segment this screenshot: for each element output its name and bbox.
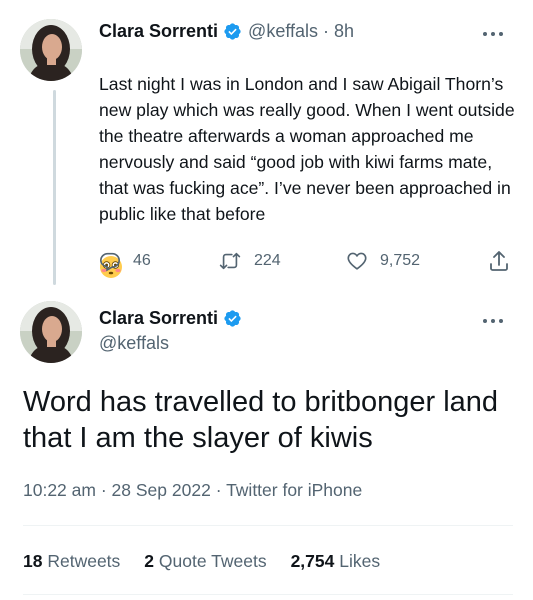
reply-count: 46 [133,252,151,269]
share-button[interactable] [487,246,511,276]
tweet-timestamp-line: 10:22 am · 28 Sep 2022 · Twitter for iPh… [23,480,362,501]
verified-badge-icon [223,22,242,41]
tweet-source[interactable]: Twitter for iPhone [226,480,362,500]
likes-count: 2,754 [290,550,335,571]
more-options-icon[interactable] [480,308,506,334]
tweet-thread-page: Clara Sorrenti @keffals · 8h Last night … [0,0,533,600]
main-author-name[interactable]: Clara Sorrenti [99,308,218,329]
quotes-label: Quote Tweets [158,550,267,571]
author-name[interactable]: Clara Sorrenti [99,19,218,43]
meta-separator: · [215,480,222,500]
retweet-count: 224 [254,252,281,269]
more-options-icon[interactable] [480,21,506,47]
thread-connector-line [53,90,56,285]
main-tweet-text: Word has travelled to britbonger land th… [23,386,499,454]
likes-label: Likes [339,550,381,571]
retweets-stat[interactable]: 18 Retweets [23,551,120,572]
main-author-handle[interactable]: @keffals [99,333,169,354]
reply-button[interactable]: 46 [99,246,151,276]
reply-icon [100,252,120,272]
share-icon [490,251,508,271]
quotes-count: 2 [144,550,155,571]
likes-stat[interactable]: 2,754 Likes [291,551,381,572]
retweet-button[interactable]: 224 [218,246,281,276]
like-icon [347,252,367,270]
header-separator: · [323,21,330,41]
tweet-header: Clara Sorrenti @keffals · 8h [99,19,354,43]
tweet-stats: 18 Retweets 2 Quote Tweets 2,754 Likes [23,548,404,574]
tweet-time[interactable]: 10:22 am [23,480,96,500]
tweet-time[interactable]: 8h [334,19,354,43]
tweet-text-content: Last night I was in London and I saw Abi… [99,74,515,224]
like-button[interactable]: 9,752 [346,246,420,276]
divider [23,525,513,526]
main-tweet-header: Clara Sorrenti [99,306,248,330]
tweet-date[interactable]: 28 Sep 2022 [112,480,211,500]
retweet-icon [219,252,241,270]
author-handle[interactable]: @keffals [248,19,318,43]
quote-tweets-stat[interactable]: 2 Quote Tweets [144,551,266,572]
main-author-avatar[interactable] [20,301,82,363]
divider [23,594,513,595]
avatar-image [20,19,82,81]
avatar-image [20,301,82,363]
tweet-action-bar: 46 224 9,752 [99,246,517,276]
verified-badge-icon [223,309,242,328]
retweets-label: Retweets [47,550,121,571]
meta-separator: · [100,480,107,500]
retweets-count: 18 [23,550,43,571]
author-avatar[interactable] [20,19,82,81]
like-count: 9,752 [380,252,421,269]
reply-context-tweet[interactable]: Clara Sorrenti @keffals · 8h Last night … [0,0,533,290]
